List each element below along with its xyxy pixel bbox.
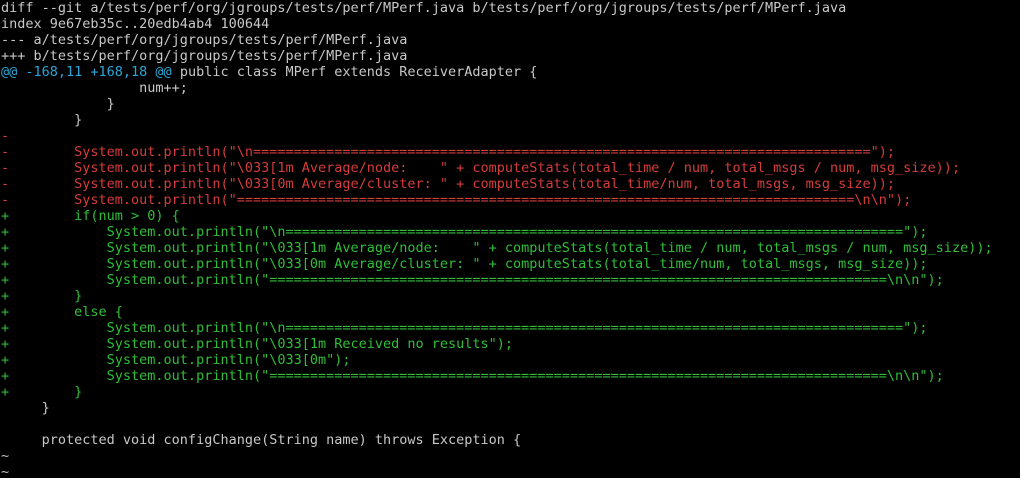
deleted-line: - System.out.println("\033[1m Average/no… [1,160,961,176]
terminal-diff-view[interactable]: diff --git a/tests/perf/org/jgroups/test… [0,0,1020,478]
context-line: } [1,400,50,416]
empty-buffer-line: ~ [1,464,10,478]
added-line: + else { [1,304,123,320]
added-line: + System.out.println("\033[1m Received n… [1,336,514,352]
added-line: + System.out.println("\n================… [1,224,928,240]
deleted-line: - System.out.println("\033[0m Average/cl… [1,176,896,192]
diff-header-line: index 9e67eb35c..20edb4ab4 100644 [1,16,270,32]
added-line: + } [1,384,83,400]
added-line: + System.out.println("\033[0m"); [1,352,351,368]
hunk-context-text: public class MPerf extends ReceiverAdapt… [171,64,538,80]
added-line: + if(num > 0) { [1,208,180,224]
deleted-line: - System.out.println("\n================… [1,144,896,160]
diff-header-line: +++ b/tests/perf/org/jgroups/tests/perf/… [1,48,408,64]
hunk-range: @@ -168,11 +168,18 @@ [1,64,172,80]
deleted-line: - [1,128,10,144]
added-line: + System.out.println("==================… [1,368,944,384]
empty-buffer-line: ~ [1,448,10,464]
context-line: protected void configChange(String name)… [1,432,522,448]
hunk-header-line: @@ -168,11 +168,18 @@ public class MPerf… [1,64,537,80]
added-line: + System.out.println("==================… [1,272,944,288]
context-line: num++; [1,80,188,96]
added-line: + System.out.println("\033[0m Average/cl… [1,256,928,272]
added-line: + System.out.println("\n================… [1,320,928,336]
context-line: } [1,96,115,112]
added-line: + } [1,288,83,304]
context-line: } [1,112,83,128]
added-line: + System.out.println("\033[1m Average/no… [1,240,993,256]
deleted-line: - System.out.println("==================… [1,192,912,208]
diff-header-line: --- a/tests/perf/org/jgroups/tests/perf/… [1,32,408,48]
diff-header-line: diff --git a/tests/perf/org/jgroups/test… [1,0,847,16]
